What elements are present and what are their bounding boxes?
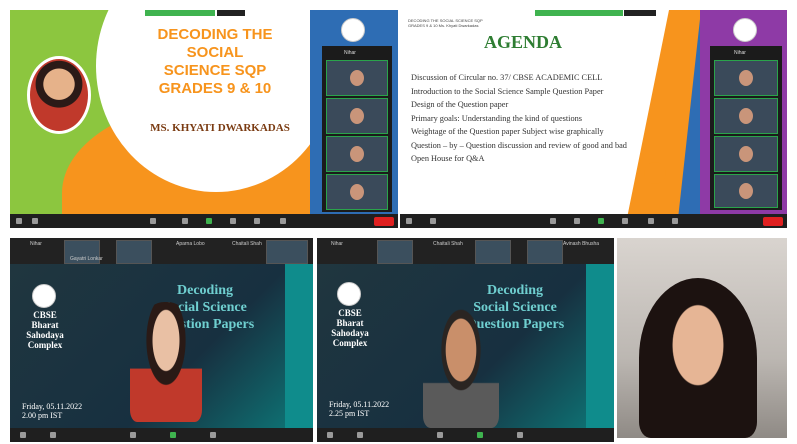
- cbse-label: CBSE Bharat Sahodaya Complex: [26, 310, 64, 350]
- reactions-icon[interactable]: [517, 432, 523, 438]
- meeting-toolbar: [10, 428, 313, 442]
- apps-icon[interactable]: [672, 218, 678, 224]
- chat-icon[interactable]: [182, 218, 188, 224]
- end-meeting-button[interactable]: [374, 217, 394, 226]
- video-call-panel-1: Nihar Gayatri Lonkar Aparna Lobo Chaital…: [10, 238, 313, 442]
- school-logo-icon: [733, 18, 757, 42]
- participant-video[interactable]: [714, 98, 778, 134]
- participant-video[interactable]: [266, 240, 308, 264]
- participant-video[interactable]: [714, 174, 778, 208]
- participants-icon[interactable]: [437, 432, 443, 438]
- reactions-icon[interactable]: [210, 432, 216, 438]
- participant-name: Avinash Bhusha: [563, 241, 600, 247]
- slide-title: DECODING THE SOCIAL SCIENCE SQP GRADES 9…: [157, 26, 273, 97]
- gallery-header: Nihar: [344, 50, 356, 56]
- mute-icon[interactable]: [20, 432, 26, 438]
- apps-icon[interactable]: [280, 218, 286, 224]
- cbse-logo-icon: [32, 284, 56, 308]
- shared-slide: CBSE Bharat Sahodaya Complex Decoding So…: [10, 264, 313, 428]
- participant-name: Chaitali Shah: [433, 241, 463, 247]
- share-screen-icon[interactable]: [598, 218, 604, 224]
- video-icon[interactable]: [32, 218, 38, 224]
- agenda-item: Primary goals: Understanding the kind of…: [411, 113, 582, 123]
- participant-video[interactable]: [116, 240, 152, 264]
- participant-name: Chaitali Shah: [232, 241, 262, 247]
- participant-video[interactable]: [326, 60, 388, 96]
- participant-video[interactable]: [326, 136, 388, 172]
- participant-strip: Nihar Chaitali Shah Avinash Bhusha: [317, 238, 614, 264]
- presenter-portrait: [27, 56, 91, 134]
- participants-icon[interactable]: [550, 218, 556, 224]
- participants-icon[interactable]: [130, 432, 136, 438]
- reactions-icon[interactable]: [648, 218, 654, 224]
- participant-video[interactable]: [377, 240, 413, 264]
- share-screen-icon[interactable]: [206, 218, 212, 224]
- reactions-icon[interactable]: [254, 218, 260, 224]
- participant-video[interactable]: [714, 136, 778, 172]
- speaker-photo: [617, 238, 787, 438]
- meeting-toolbar: [317, 428, 614, 442]
- record-icon[interactable]: [622, 218, 628, 224]
- share-screen-icon[interactable]: [477, 432, 483, 438]
- agenda-slide-panel: DECODING THE SOCIAL SCIENCE SQP GRADES 9…: [400, 10, 787, 228]
- participants-icon[interactable]: [150, 218, 156, 224]
- session-date: Friday, 05.11.2022 2.25 pm IST: [329, 400, 390, 418]
- participant-video[interactable]: [326, 98, 388, 134]
- slide-header: DECODING THE SOCIAL SCIENCE SQP GRADES 9…: [408, 18, 483, 28]
- participant-name: Nihar: [331, 241, 343, 247]
- gallery-header: Nihar: [734, 50, 746, 56]
- meeting-toolbar: [10, 214, 398, 228]
- agenda-item: Weightage of the Question paper Subject …: [411, 127, 604, 136]
- chat-icon[interactable]: [574, 218, 580, 224]
- stop-share-button[interactable]: [217, 10, 245, 16]
- stop-share-button[interactable]: [624, 10, 656, 16]
- school-logo-icon: [341, 18, 365, 42]
- video-icon[interactable]: [430, 218, 436, 224]
- end-meeting-button[interactable]: [763, 217, 783, 226]
- screen-share-banner: [535, 10, 623, 16]
- cbse-logo-icon: [337, 282, 361, 306]
- agenda-item: Discussion of Circular no. 37/ CBSE ACAD…: [411, 73, 603, 82]
- participant-gallery: Nihar: [710, 46, 782, 210]
- participant-video[interactable]: [326, 174, 388, 210]
- participant-video[interactable]: [527, 240, 563, 264]
- participant-name: Gayatri Lonkar: [70, 256, 103, 262]
- agenda-item: Question – by – Question discussion and …: [411, 140, 627, 150]
- agenda-item: Design of the Question paper: [411, 100, 509, 109]
- agenda-list: Discussion of Circular no. 37/ CBSE ACAD…: [411, 71, 711, 166]
- video-call-panel-2: Nihar Chaitali Shah Avinash Bhusha CBSE …: [317, 238, 614, 442]
- mute-icon[interactable]: [406, 218, 412, 224]
- laser-pointer: [644, 162, 666, 184]
- session-date: Friday, 05.11.2022 2.00 pm IST: [22, 402, 83, 420]
- share-screen-icon[interactable]: [170, 432, 176, 438]
- shared-slide: CBSE Bharat Sahodaya Complex Decoding So…: [317, 264, 614, 428]
- participant-video[interactable]: [714, 60, 778, 96]
- presenter-name: MS. KHYATI DWARKADAS: [150, 122, 290, 134]
- screen-share-banner: [145, 10, 215, 16]
- speaker-video: [423, 308, 499, 428]
- speaker-video: [130, 302, 202, 422]
- video-icon[interactable]: [357, 432, 363, 438]
- participant-strip: Nihar Gayatri Lonkar Aparna Lobo Chaital…: [10, 238, 313, 264]
- participant-name: Nihar: [30, 241, 42, 247]
- record-icon[interactable]: [230, 218, 236, 224]
- title-slide-panel: DECODING THE SOCIAL SCIENCE SQP GRADES 9…: [10, 10, 398, 228]
- person-portrait: [639, 278, 757, 438]
- mute-icon[interactable]: [327, 432, 333, 438]
- participant-name: Aparna Lobo: [176, 241, 205, 247]
- participant-video[interactable]: [475, 240, 511, 264]
- video-icon[interactable]: [50, 432, 56, 438]
- agenda-item: Open House for Q&A: [411, 154, 485, 163]
- mute-icon[interactable]: [16, 218, 22, 224]
- cbse-label: CBSE Bharat Sahodaya Complex: [331, 308, 369, 348]
- participant-gallery: Nihar: [322, 46, 392, 212]
- agenda-title: AGENDA: [484, 32, 563, 52]
- agenda-item: Introduction to the Social Science Sampl…: [411, 86, 604, 96]
- meeting-toolbar: [400, 214, 787, 228]
